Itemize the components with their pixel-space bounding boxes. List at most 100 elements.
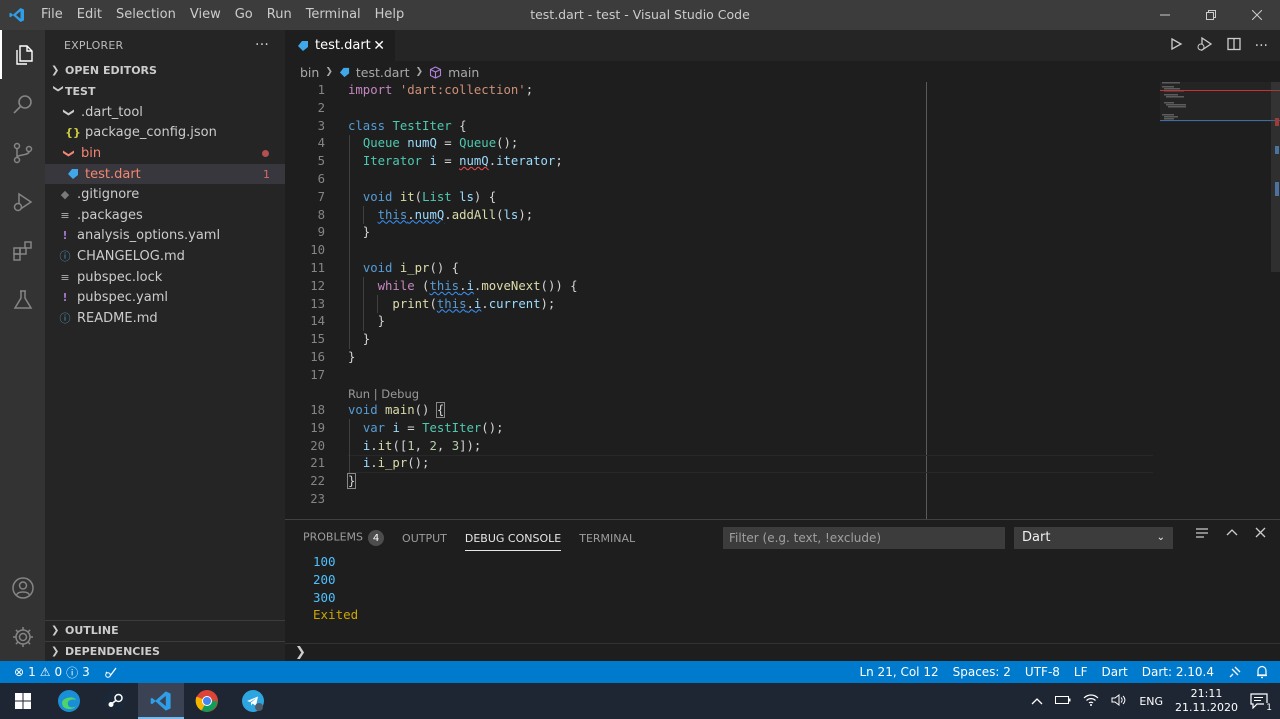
maximize-panel-icon[interactable] (1226, 527, 1238, 543)
close-window-button[interactable] (1234, 0, 1280, 30)
warning-icon: ⚠ (39, 665, 51, 679)
more-actions-icon[interactable]: ··· (1255, 38, 1268, 54)
cursor-position[interactable]: Ln 21, Col 12 (859, 665, 938, 679)
tab-test-dart[interactable]: test.dart ✕ (285, 30, 395, 61)
explorer-icon[interactable] (0, 30, 45, 79)
split-editor-icon[interactable] (1226, 37, 1241, 55)
line-number: 12 (310, 278, 325, 293)
tree-item-gitignore[interactable]: ◆ .gitignore (45, 184, 285, 205)
open-editors-section[interactable]: ❯ OPEN EDITORS (45, 60, 285, 81)
extensions-icon[interactable] (0, 226, 45, 275)
vscode-taskbar-icon[interactable] (138, 683, 184, 719)
console-input[interactable]: ❯ (285, 643, 1280, 662)
more-actions-icon[interactable]: ··· (255, 37, 269, 53)
account-icon[interactable] (0, 563, 45, 612)
menu-bar: File Edit Selection View Go Run Terminal… (34, 0, 411, 30)
breadcrumb-folder[interactable]: bin (300, 65, 319, 80)
debug-session-select[interactable]: Dart ⌄ (1014, 527, 1173, 549)
tab-problems[interactable]: PROBLEMS 4 (303, 530, 385, 546)
windows-start-icon[interactable] (0, 683, 46, 719)
outline-section[interactable]: ❯ OUTLINE (45, 620, 285, 641)
line-number: 1 (317, 83, 325, 97)
source-control-icon[interactable] (0, 128, 45, 177)
minimap[interactable] (1160, 82, 1280, 519)
testing-icon[interactable] (0, 275, 45, 324)
tree-item-pubspec-lock[interactable]: ≡ pubspec.lock (45, 267, 285, 288)
minimize-button[interactable] (1142, 0, 1188, 30)
tree-item-package-config[interactable]: {} package_config.json (45, 123, 285, 144)
menu-help[interactable]: Help (368, 0, 412, 30)
encoding[interactable]: UTF-8 (1025, 665, 1060, 679)
status-bar: ⊗ 1 ⚠ 0 ⓘ 3 Ln 21, Col 12 Spaces: 2 UTF-… (0, 661, 1280, 683)
volume-icon[interactable] (1111, 693, 1127, 709)
tree-item-readme[interactable]: ⓘ README.md (45, 308, 285, 329)
breadcrumb-symbol[interactable]: main (448, 65, 479, 80)
notifications-bell-icon[interactable] (1256, 665, 1268, 679)
menu-go[interactable]: Go (228, 0, 260, 30)
tree-item-packages[interactable]: ≡ .packages (45, 205, 285, 226)
code-editor[interactable]: 1 import 'dart:collection'; 2 3 class Test… (285, 82, 1280, 519)
input-language[interactable]: ENG (1139, 695, 1163, 708)
action-center-icon[interactable]: 1 (1250, 693, 1274, 713)
tree-item-pubspec-yaml[interactable]: ! pubspec.yaml (45, 287, 285, 308)
line-number: 21 (310, 456, 325, 471)
menu-file[interactable]: File (34, 0, 70, 30)
yaml-file-icon: ! (62, 291, 68, 305)
close-panel-icon[interactable] (1255, 527, 1266, 543)
dependencies-section[interactable]: ❯ DEPENDENCIES (45, 640, 285, 662)
feedback-icon[interactable] (1228, 665, 1242, 679)
menu-edit[interactable]: Edit (70, 0, 109, 30)
tree-item-analysis-options[interactable]: ! analysis_options.yaml (45, 226, 285, 247)
settings-gear-icon[interactable] (0, 612, 45, 661)
current-line-highlight (348, 455, 1153, 473)
menu-view[interactable]: View (183, 0, 228, 30)
indentation[interactable]: Spaces: 2 (953, 665, 1011, 679)
steam-icon[interactable] (92, 683, 138, 719)
menu-selection[interactable]: Selection (109, 0, 183, 30)
tree-item-bin[interactable]: ❯ bin (45, 143, 285, 164)
restore-button[interactable] (1188, 0, 1234, 30)
search-icon[interactable] (0, 79, 45, 128)
tab-output[interactable]: OUTPUT (402, 532, 447, 545)
debug-run-icon[interactable] (1197, 36, 1213, 55)
battery-icon[interactable] (1055, 695, 1071, 708)
open-editors-label: OPEN EDITORS (65, 64, 157, 77)
clock[interactable]: 21:11 21.11.2020 (1175, 687, 1238, 715)
line-number: 10 (310, 243, 325, 258)
clear-console-icon[interactable] (1195, 527, 1209, 543)
telegram-icon[interactable] (230, 683, 276, 719)
notification-count: 1 (1264, 703, 1274, 713)
tree-item-changelog[interactable]: ⓘ CHANGELOG.md (45, 246, 285, 267)
chrome-icon[interactable] (184, 683, 230, 719)
activity-bottom (0, 563, 45, 661)
dependencies-label: DEPENDENCIES (65, 644, 160, 658)
tree-item-test-dart[interactable]: test.dart 1 (45, 163, 285, 185)
live-share-icon[interactable] (104, 666, 118, 678)
tree-item-label: .dart_tool (81, 104, 143, 120)
edge-browser-icon[interactable] (46, 683, 92, 719)
close-tab-icon[interactable]: ✕ (373, 38, 385, 54)
status-problems[interactable]: ⊗ 1 ⚠ 0 ⓘ 3 (0, 664, 118, 681)
console-filter-input[interactable]: Filter (e.g. text, !exclude) (723, 527, 1005, 549)
run-debug-icon[interactable] (0, 177, 45, 226)
tab-debug-console[interactable]: DEBUG CONSOLE (464, 532, 562, 551)
run-icon[interactable] (1169, 37, 1183, 55)
tree-item-dart-tool[interactable]: ❯ .dart_tool (45, 102, 285, 123)
language-mode[interactable]: Dart (1102, 665, 1128, 679)
folder-section-test[interactable]: ❯ TEST (45, 81, 285, 102)
yaml-file-icon: ! (62, 229, 68, 243)
show-hidden-icons-icon[interactable] (1031, 695, 1043, 708)
breadcrumb-file[interactable]: test.dart (356, 65, 410, 80)
wifi-icon[interactable] (1083, 693, 1099, 709)
line-number: 16 (310, 350, 325, 364)
line-number: 14 (310, 314, 325, 329)
dart-sdk-version[interactable]: Dart: 2.10.4 (1142, 665, 1214, 679)
end-of-line[interactable]: LF (1074, 665, 1088, 679)
problem-count-badge: 1 (263, 167, 270, 181)
tab-problems-label: PROBLEMS (303, 530, 364, 544)
codelens-run-debug[interactable]: Run | Debug (348, 387, 419, 401)
menu-terminal[interactable]: Terminal (299, 0, 368, 30)
status-right: Ln 21, Col 12 Spaces: 2 UTF-8 LF Dart Da… (859, 661, 1280, 683)
menu-run[interactable]: Run (260, 0, 299, 30)
tab-terminal[interactable]: TERMINAL (579, 532, 635, 545)
